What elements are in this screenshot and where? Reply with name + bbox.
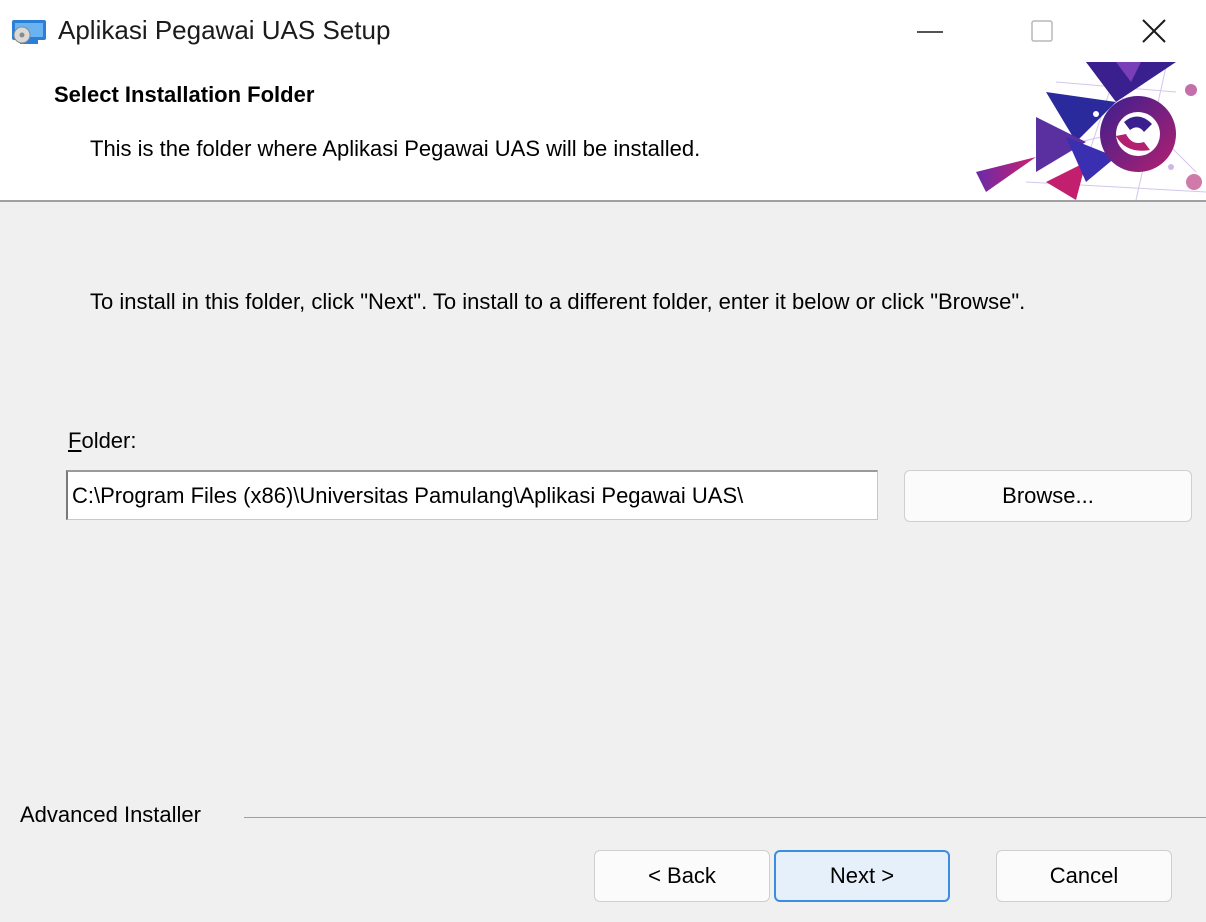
header-divider (0, 200, 1206, 202)
instruction-text: To install in this folder, click "Next".… (90, 289, 1026, 314)
maximize-button[interactable] (992, 0, 1092, 62)
browse-button[interactable]: Browse... (904, 470, 1192, 522)
step-title: Select Installation Folder (54, 82, 315, 107)
folder-path-input[interactable] (66, 470, 878, 520)
minimize-button[interactable] (880, 0, 980, 62)
footer-divider (244, 817, 1206, 818)
back-button[interactable]: < Back (594, 850, 770, 902)
step-subtitle: This is the folder where Aplikasi Pegawa… (90, 136, 701, 161)
installer-window: Aplikasi Pegawai UAS Setup Select Instal… (0, 0, 1206, 922)
minimize-icon (917, 31, 943, 33)
window-title: Aplikasi Pegawai UAS Setup (58, 15, 391, 45)
cancel-button[interactable]: Cancel (996, 850, 1172, 902)
installer-app-icon (10, 18, 48, 46)
folder-label: Folder: (68, 428, 137, 453)
close-button[interactable] (1104, 0, 1204, 62)
university-logo (976, 62, 1206, 200)
brand-label: Advanced Installer (20, 802, 201, 827)
close-icon (1142, 19, 1166, 43)
title-bar[interactable]: Aplikasi Pegawai UAS Setup (0, 0, 1206, 62)
next-button[interactable]: Next > (774, 850, 950, 902)
step-header: Select Installation Folder This is the f… (0, 62, 1206, 200)
maximize-icon (1031, 20, 1053, 42)
